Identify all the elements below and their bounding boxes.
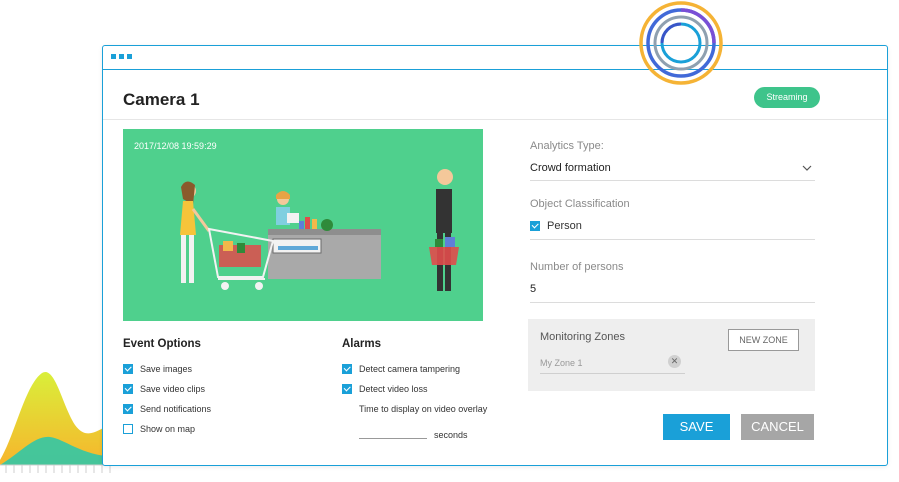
detect-tampering-label: Detect camera tampering	[359, 364, 461, 374]
analytics-type-select[interactable]: Crowd formation	[530, 162, 611, 174]
object-classification-label: Object Classification	[530, 198, 630, 210]
number-of-persons-input[interactable]: 5	[530, 283, 536, 295]
analytics-type-underline	[530, 180, 815, 181]
person-label: Person	[547, 220, 582, 232]
status-badge: Streaming	[754, 87, 820, 108]
zone-item-name[interactable]: My Zone 1	[540, 358, 583, 368]
new-zone-button[interactable]: NEW ZONE	[728, 329, 799, 351]
classification-underline	[530, 239, 815, 240]
persons-underline	[530, 302, 815, 303]
checkbox-save-video-clips[interactable]	[123, 384, 133, 394]
show-on-map-option[interactable]: Show on map	[123, 424, 195, 434]
detect-tampering-option[interactable]: Detect camera tampering	[342, 364, 460, 374]
overlay-seconds-input[interactable]	[359, 428, 427, 439]
checkbox-show-on-map[interactable]	[123, 424, 133, 434]
zone-item-underline	[540, 373, 685, 374]
video-preview[interactable]: 2017/12/08 19:59:29	[123, 129, 483, 321]
detect-video-loss-option[interactable]: Detect video loss	[342, 384, 428, 394]
window-header: Camera 1 Streaming	[103, 70, 887, 120]
window-dots-icon[interactable]	[111, 54, 132, 59]
save-video-clips-option[interactable]: Save video clips	[123, 384, 205, 394]
detect-video-loss-label: Detect video loss	[359, 384, 428, 394]
window-titlebar	[103, 46, 887, 70]
checkbox-detect-video-loss[interactable]	[342, 384, 352, 394]
number-of-persons-label: Number of persons	[530, 261, 624, 273]
send-notifications-option[interactable]: Send notifications	[123, 404, 211, 414]
analytics-type-label: Analytics Type:	[530, 140, 604, 152]
decorative-rings	[639, 1, 723, 85]
page-title: Camera 1	[123, 90, 200, 109]
alarms-title: Alarms	[342, 338, 381, 350]
save-images-option[interactable]: Save images	[123, 364, 192, 374]
show-on-map-label: Show on map	[140, 424, 196, 434]
save-images-label: Save images	[140, 364, 193, 374]
overlay-seconds-unit: seconds	[434, 430, 468, 440]
event-options-title: Event Options	[123, 338, 201, 350]
save-video-clips-label: Save video clips	[140, 384, 206, 394]
checkbox-person[interactable]	[530, 221, 540, 231]
save-button[interactable]: SAVE	[663, 414, 730, 440]
store-scene-illustration	[180, 169, 459, 291]
close-icon[interactable]: ✕	[668, 355, 681, 368]
monitoring-zones-title: Monitoring Zones	[540, 331, 625, 343]
person-option[interactable]: Person	[530, 220, 582, 232]
cancel-button[interactable]: CANCEL	[741, 414, 814, 440]
overlay-time-label: Time to display on video overlay	[359, 404, 488, 414]
send-notifications-label: Send notifications	[140, 404, 212, 414]
monitoring-zones-panel: Monitoring Zones NEW ZONE My Zone 1 ✕	[528, 319, 815, 391]
decorative-mountain-graphic	[0, 371, 115, 473]
chevron-down-icon[interactable]	[802, 165, 812, 172]
checkbox-detect-tampering[interactable]	[342, 364, 352, 374]
checkbox-send-notifications[interactable]	[123, 404, 133, 414]
camera-settings-window: Camera 1 Streaming 2017/12/08 19:59:29 E…	[102, 45, 888, 466]
checkbox-save-images[interactable]	[123, 364, 133, 374]
